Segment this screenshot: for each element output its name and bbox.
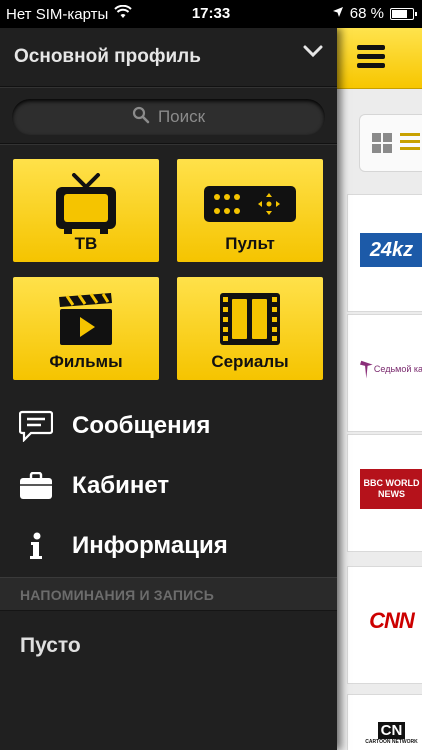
briefcase-icon	[18, 470, 54, 502]
channel-card[interactable]: BBC WORLD NEWS	[347, 434, 422, 552]
channel-logo-text: Седьмой ка	[373, 364, 422, 374]
channel-logo-subtext: CARTOON NETWORK	[365, 738, 418, 745]
film-strip-icon	[177, 291, 323, 347]
channel-logo: CN CARTOON NETWORK	[360, 713, 422, 750]
channel-logo: BBC WORLD NEWS	[360, 469, 422, 509]
list-view-icon[interactable]	[400, 133, 420, 153]
channel-card[interactable]: 24kz	[347, 194, 422, 312]
tile-movies[interactable]: Фильмы	[13, 277, 159, 380]
section-header-label: НАПОМИНАНИЯ И ЗАПИСЬ	[20, 587, 215, 603]
tv-icon	[13, 173, 159, 235]
location-arrow-icon	[332, 5, 344, 22]
menu-item-info[interactable]: Информация	[0, 516, 337, 576]
grid-view-icon[interactable]	[372, 133, 392, 153]
tile-tv[interactable]: ТВ	[13, 159, 159, 262]
menu-item-label: Информация	[72, 532, 228, 559]
tile-label: ТВ	[74, 234, 98, 253]
info-icon	[18, 530, 54, 562]
tile-remote[interactable]: Пульт	[177, 159, 323, 262]
profile-title: Основной профиль	[14, 46, 201, 67]
seventh-channel-emblem	[360, 360, 373, 379]
search-bar: Поиск	[0, 87, 337, 144]
channel-card[interactable]: CN CARTOON NETWORK	[347, 694, 422, 750]
menu-item-cabinet[interactable]: Кабинет	[0, 456, 337, 516]
channel-logo: Седьмой ка	[360, 349, 422, 389]
remote-icon	[177, 185, 323, 223]
side-menu: Основной профиль Поиск ТВ Пульт Фильмы С…	[0, 28, 337, 750]
content-toolbar	[337, 28, 422, 89]
search-input[interactable]: Поиск	[12, 99, 325, 135]
message-icon	[18, 410, 54, 442]
battery-icon	[390, 7, 417, 20]
hamburger-menu-icon[interactable]	[357, 45, 385, 69]
channel-list-panel: 24kz Седьмой ка BBC WORLD NEWS CNN CN CA…	[337, 28, 422, 750]
tile-label: Пульт	[225, 234, 275, 253]
search-placeholder: Поиск	[157, 107, 206, 126]
profile-selector[interactable]: Основной профиль	[0, 28, 337, 87]
channel-logo: CNN	[369, 608, 415, 633]
tile-label: Сериалы	[211, 352, 289, 371]
menu-item-label: Сообщения	[72, 412, 211, 439]
menu-item-messages[interactable]: Сообщения	[0, 396, 337, 456]
chevron-down-icon[interactable]	[303, 44, 323, 63]
status-bar: Нет SIM-карты 17:33 68 %	[0, 0, 422, 28]
tile-series[interactable]: Сериалы	[177, 277, 323, 380]
channel-card[interactable]: CNN	[347, 566, 422, 684]
empty-state-text: Пусто	[20, 634, 81, 657]
channel-card[interactable]: Седьмой ка	[347, 314, 422, 432]
menu-item-label: Кабинет	[72, 472, 170, 499]
section-header-reminders: НАПОМИНАНИЯ И ЗАПИСЬ	[0, 577, 337, 611]
channel-logo-text: CN	[377, 721, 406, 739]
clapperboard-icon	[13, 291, 159, 347]
battery-percent: 68 %	[349, 5, 384, 22]
menu-tiles: ТВ Пульт Фильмы Сериалы	[0, 144, 337, 380]
tile-label: Фильмы	[49, 352, 123, 371]
search-icon	[132, 106, 150, 129]
view-toggle[interactable]	[359, 114, 422, 172]
channel-logo: 24kz	[360, 233, 422, 267]
